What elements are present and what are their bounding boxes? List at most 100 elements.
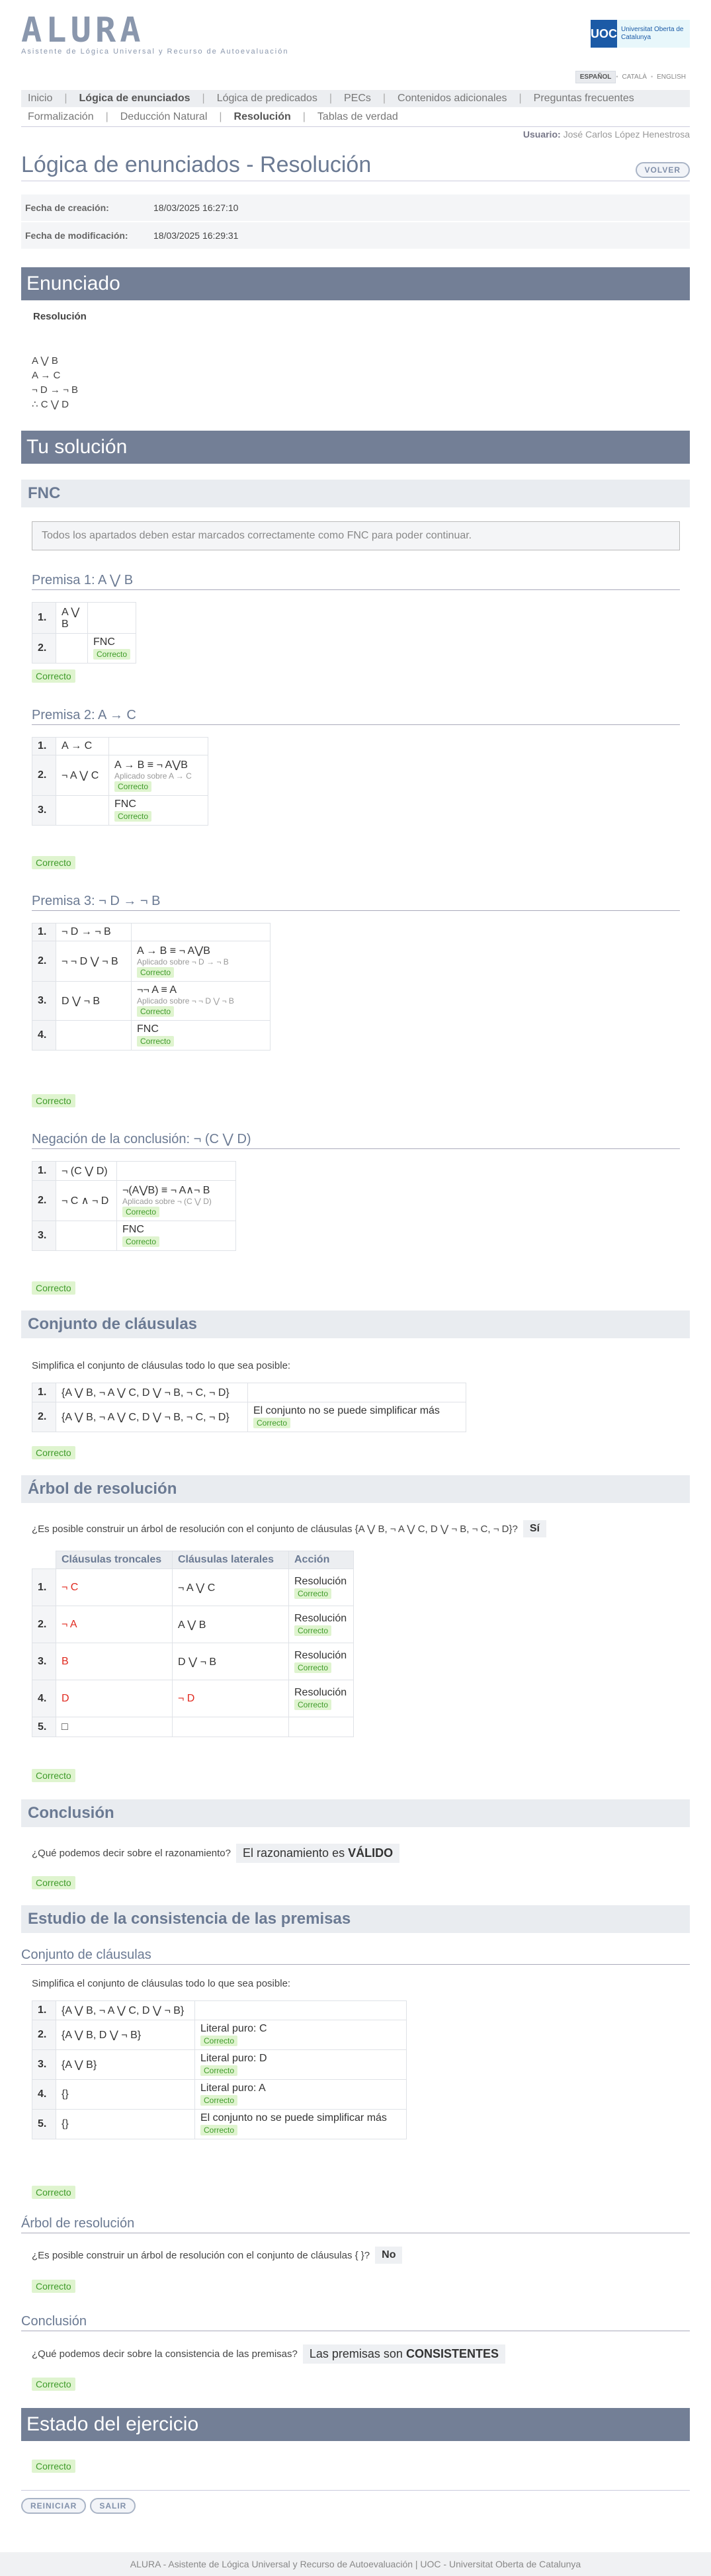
premisa3-table: 1. ¬ D → ¬ B 2. ¬ ¬ D ⋁ ¬ BA → B ≡ ¬ A⋁B Ap… — [32, 923, 271, 1051]
dates-table: Fecha de creación: 18/03/2025 16:27:10 Fe… — [21, 194, 690, 249]
clause-set: {} — [56, 2109, 195, 2139]
correct-badge: Correcto — [114, 781, 152, 792]
action: El conjunto no se puede simplificar más C… — [247, 1402, 466, 1432]
conclusion-header: Conclusión — [21, 1799, 690, 1827]
consist-prompt: Simplifica el conjunto de cláusulas todo… — [32, 1978, 291, 1989]
nav-contenidos[interactable]: Contenidos adicionales — [397, 93, 507, 105]
correct-badge: Correcto — [137, 967, 175, 978]
applied-on: Aplicado sobre A → C — [114, 771, 192, 781]
action: Literal puro: D Correcto — [194, 2049, 407, 2080]
row-num: 3. — [32, 981, 56, 1021]
conclusion-line: ∴ C ⋁ D — [32, 399, 69, 410]
rule-text: A → B ≡ ¬ A⋁B — [114, 759, 188, 771]
conjunto-table: 1. {A ⋁ B, ¬ A ⋁ C, D ⋁ ¬ B, ¬ C, ¬ D} 2.… — [32, 1383, 466, 1432]
nav-tablas[interactable]: Tablas de verdad — [317, 111, 398, 123]
row-num: 3. — [32, 1221, 56, 1251]
nav-preguntas[interactable]: Preguntas frecuentes — [534, 93, 634, 105]
answer-prefix: Las premisas son — [309, 2347, 406, 2360]
formula — [56, 633, 88, 664]
table-row: 2. ¬ A ⋁ CA → B ≡ ¬ A⋁B Aplicado sobre A →… — [32, 755, 208, 796]
rule: FNC Correcto — [87, 633, 137, 664]
table-row: 5.{} El conjunto no se puede simplificar … — [32, 2109, 407, 2139]
negacion-table: 1. ¬ (C ⋁ D) 2. ¬ C ∧ ¬ D ¬(A⋁B) ≡ ¬ A∧¬ BA… — [32, 1161, 236, 1251]
action-text: Resolución — [294, 1649, 347, 1661]
nav-resolucion[interactable]: Resolución — [234, 111, 291, 123]
uoc-mark: UOC — [591, 20, 617, 48]
uoc-logo[interactable]: UOC Universitat Oberta de Catalunya — [591, 20, 690, 48]
clause-set: {} — [56, 2079, 195, 2110]
table-row: 2. ¬ C ∧ ¬ D ¬(A⋁B) ≡ ¬ A∧¬ B Aplicado sobr… — [32, 1180, 236, 1221]
exit-button[interactable]: SALIR — [90, 2498, 136, 2514]
alura-logo[interactable]: ALURA Asistente de Lógica Universal y Re… — [21, 13, 289, 56]
user-label: Usuario: — [523, 129, 561, 140]
fnc-label: FNC — [93, 636, 115, 648]
main-nav: Inicio | Lógica de enunciados | Lógica de … — [21, 90, 690, 107]
answer-value: VÁLIDO — [348, 1846, 394, 1860]
premise-line: A ⋁ B — [32, 355, 58, 366]
applied-on: Aplicado sobre ¬ (C ⋁ D) — [122, 1197, 212, 1206]
row-num: 1. — [32, 1383, 56, 1402]
consist-concl-row: ¿Qué podemos decir sobre la consistencia… — [32, 2344, 505, 2364]
lang-ca[interactable]: CATALÀ — [618, 71, 651, 83]
enunciado-lines: A ⋁ B A → C ¬ D → ¬ B ∴ C ⋁ D — [32, 354, 78, 412]
formula — [56, 1221, 117, 1251]
action-text: Literal puro: D — [200, 2053, 267, 2064]
action: Resolución Correcto — [288, 1643, 354, 1680]
arbol-answer[interactable]: Sí — [523, 1520, 546, 1537]
formula: ¬ (C ⋁ D) — [56, 1161, 117, 1181]
action-text: Resolución — [294, 1612, 347, 1624]
lang-en[interactable]: ENGLISH — [653, 71, 690, 83]
col-accion: Acción — [288, 1551, 354, 1569]
consist-concl-answer[interactable]: Las premisas son CONSISTENTES — [302, 2344, 505, 2364]
side-clause: ¬ A ⋁ C — [172, 1568, 289, 1606]
clause-set: {A ⋁ B, D ⋁ ¬ B} — [56, 2020, 195, 2050]
conclusion-answer[interactable]: El razonamiento es VÁLIDO — [236, 1844, 400, 1863]
correct-badge: Correcto — [93, 649, 131, 660]
restart-button[interactable]: REINICIAR — [21, 2498, 87, 2514]
correct-badge: Correcto — [294, 1699, 332, 1710]
table-row: 5. □ — [32, 1717, 354, 1737]
consist-arbol-answer[interactable]: No — [375, 2247, 403, 2264]
consist-concl-question: ¿Qué podemos decir sobre la consistencia… — [32, 2348, 298, 2360]
correct-badge: Correcto — [294, 1625, 332, 1636]
table-header: Cláusulas troncales Cláusulas laterales Ac… — [32, 1551, 354, 1569]
consist-conj-title: Conjunto de cláusulas — [21, 1945, 690, 1965]
lang-es[interactable]: ESPAÑOL — [575, 70, 616, 83]
arbol-question-row: ¿Es posible construir un árbol de resolu… — [32, 1520, 546, 1537]
correct-badge: Correcto — [122, 1207, 160, 1217]
back-button[interactable]: VOLVER — [635, 162, 690, 178]
table-row: 1. A → C — [32, 737, 208, 755]
arbol-ok: Correcto — [32, 1769, 75, 1782]
conjunto-header: Conjunto de cláusulas — [21, 1310, 690, 1338]
logo-subtitle: Asistente de Lógica Universal y Recurso … — [21, 48, 289, 56]
row-num: 2. — [32, 941, 56, 982]
table-row: 2. {A ⋁ B, D ⋁ ¬ B} Literal puro: C Correct… — [32, 2020, 407, 2050]
rule: A → B ≡ ¬ A⋁B Aplicado sobre ¬ D → ¬ B Cor… — [131, 941, 271, 982]
consist-arbol-row: ¿Es posible construir un árbol de resolu… — [32, 2247, 403, 2264]
side-clause — [172, 1717, 289, 1737]
rule — [87, 602, 137, 634]
table-row: 4. D ¬ D Resolución Correcto — [32, 1680, 354, 1717]
enunciado-header: Enunciado — [21, 267, 690, 300]
consist-arbol-ok: Correcto — [32, 2280, 75, 2293]
row-num: 5. — [32, 1717, 56, 1737]
row-num: 2. — [32, 1180, 56, 1221]
nav-inicio[interactable]: Inicio — [28, 93, 52, 105]
action-text: Resolución — [294, 1686, 347, 1698]
correct-badge: Correcto — [200, 2095, 238, 2106]
negacion-ok: Correcto — [32, 1281, 75, 1295]
formula: A ⋁ B — [56, 602, 88, 634]
action — [247, 1383, 466, 1402]
side-clause: D ⋁ ¬ B — [172, 1643, 289, 1680]
nav-deduccion[interactable]: Deducción Natural — [120, 111, 208, 123]
nav-predicados[interactable]: Lógica de predicados — [217, 93, 317, 105]
row-num: 2. — [32, 2020, 56, 2050]
clause-set: {A ⋁ B} — [56, 2049, 195, 2080]
nav-pecs[interactable]: PECs — [344, 93, 371, 105]
row-num: 3. — [32, 795, 56, 826]
conjunto-ok: Correcto — [32, 1446, 75, 1459]
nav-enunciados[interactable]: Lógica de enunciados — [79, 93, 190, 105]
premise-line: ¬ D → ¬ B — [32, 384, 79, 396]
fnc-label: FNC — [114, 798, 136, 810]
nav-formalizacion[interactable]: Formalización — [28, 111, 94, 123]
